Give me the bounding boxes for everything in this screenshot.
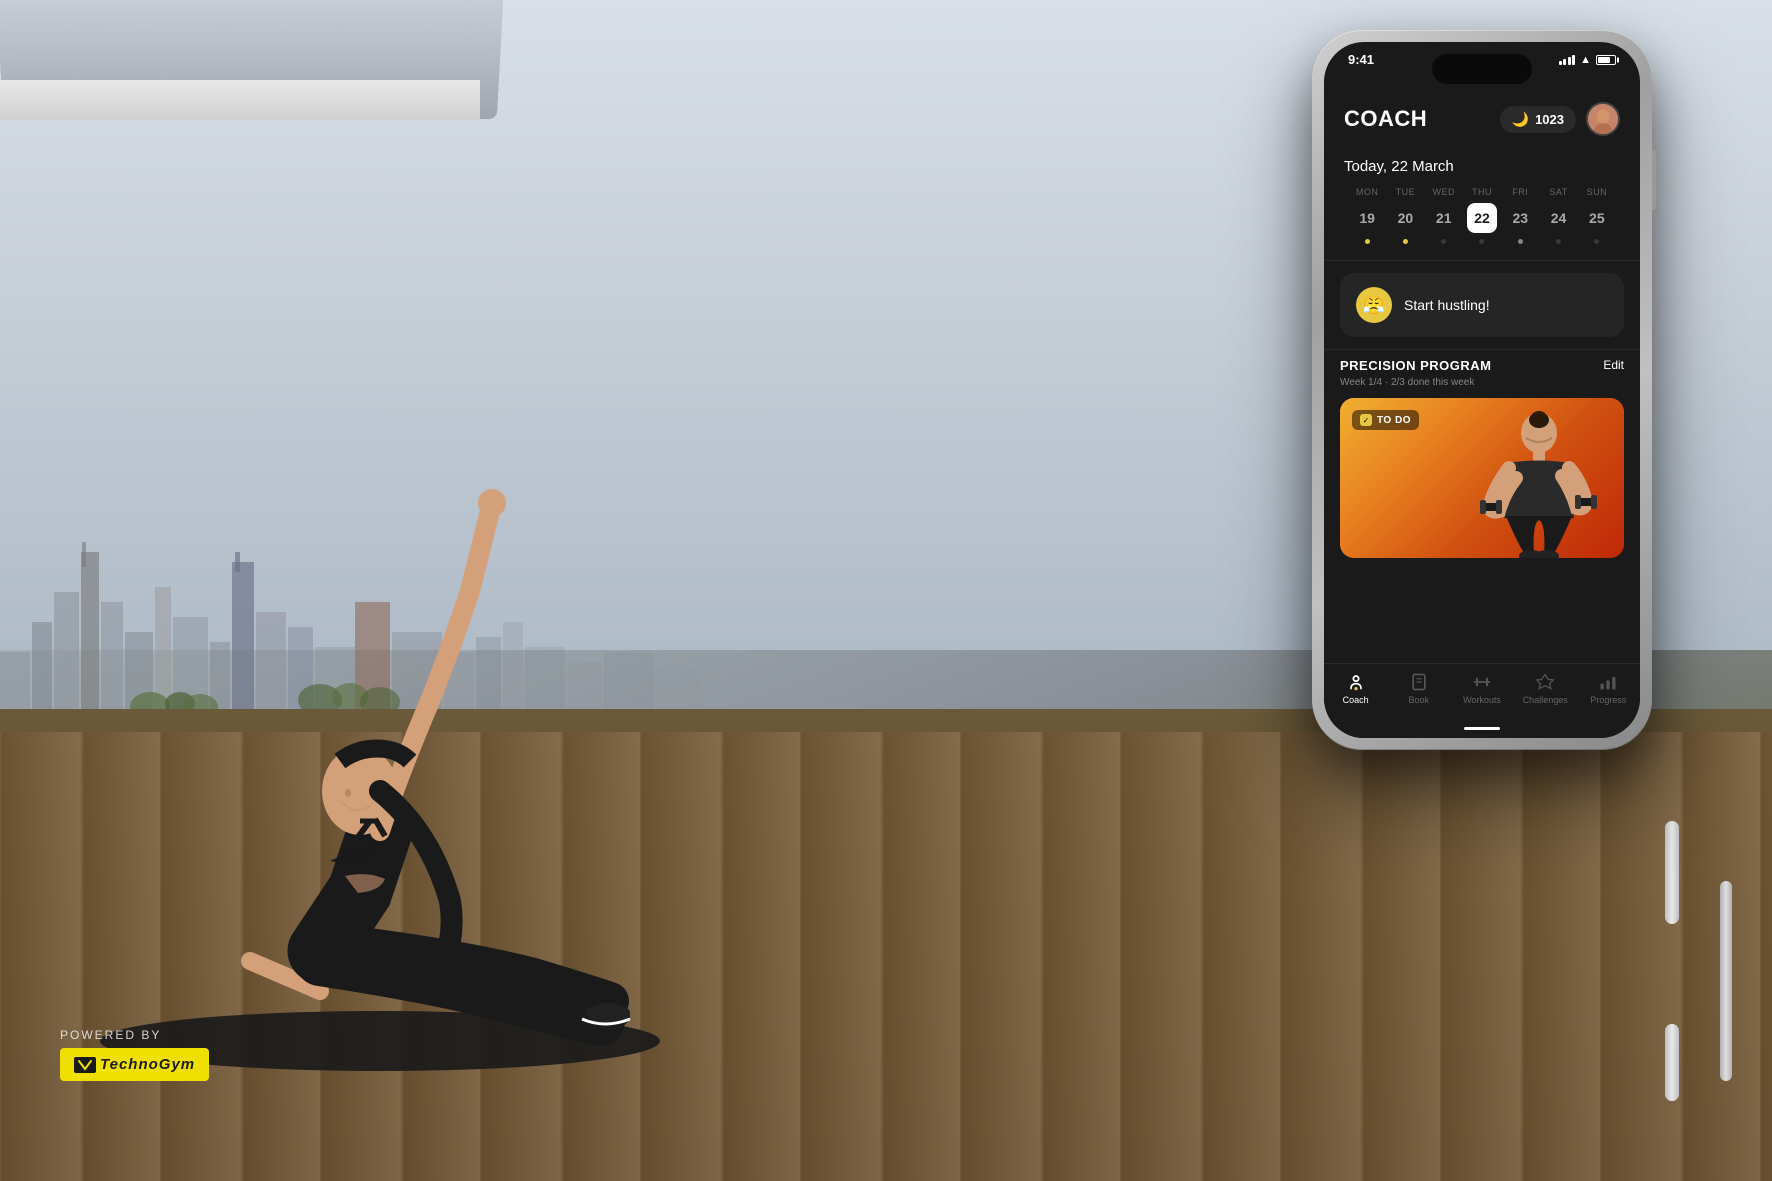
- woman-figure: [0, 281, 780, 1101]
- home-indicator: [1464, 727, 1500, 730]
- day-sun-dot: [1594, 239, 1599, 244]
- coach-nav-icon: [1346, 672, 1366, 692]
- technogym-text: TechnoGym: [100, 1056, 195, 1073]
- date-label: Today, 22 March: [1344, 158, 1620, 175]
- status-icons: ▲: [1559, 54, 1616, 66]
- wifi-icon: ▲: [1580, 54, 1591, 66]
- day-wed-num: 21: [1429, 203, 1459, 233]
- divider-2: [1324, 349, 1640, 350]
- nav-item-workouts[interactable]: Workouts: [1450, 672, 1513, 705]
- day-thu-name: THU: [1472, 187, 1492, 197]
- edit-link[interactable]: Edit: [1603, 358, 1624, 372]
- header-right: 🌙 1023: [1500, 102, 1620, 136]
- progress-nav-label: Progress: [1590, 695, 1626, 705]
- date-section: Today, 22 March MON 19 TUE 20: [1324, 146, 1640, 252]
- user-avatar[interactable]: [1586, 102, 1620, 136]
- day-sunday[interactable]: SUN 25: [1578, 187, 1616, 244]
- day-fri-name: FRI: [1512, 187, 1528, 197]
- pool-railing: [1652, 821, 1692, 1101]
- nav-item-challenges[interactable]: Challenges: [1514, 672, 1577, 705]
- day-sat-name: SAT: [1549, 187, 1567, 197]
- status-time: 9:41: [1348, 52, 1374, 67]
- day-mon-num: 19: [1352, 203, 1382, 233]
- app-title: COACH: [1344, 106, 1427, 132]
- workout-card[interactable]: ✓ TO DO: [1340, 398, 1624, 558]
- battery-icon: [1596, 55, 1616, 65]
- avatar-image: [1588, 104, 1618, 134]
- day-wednesday[interactable]: WED 21: [1425, 187, 1463, 244]
- nav-item-coach[interactable]: Coach: [1324, 672, 1387, 705]
- app-header: COACH 🌙 1023: [1324, 92, 1640, 146]
- day-mon-name: MON: [1356, 187, 1379, 197]
- day-thursday[interactable]: THU 22: [1463, 187, 1501, 244]
- day-tuesday[interactable]: TUE 20: [1386, 187, 1424, 244]
- powered-by-text: POWERED BY: [60, 1028, 209, 1042]
- program-section: PRECISION PROGRAM Edit Week 1/4 · 2/3 do…: [1340, 358, 1624, 558]
- day-sun-name: SUN: [1587, 187, 1608, 197]
- week-calendar: MON 19 TUE 20 WED 21: [1344, 187, 1620, 244]
- book-nav-icon: [1409, 672, 1429, 692]
- todo-badge: ✓ TO DO: [1352, 410, 1419, 430]
- day-fri-dot: [1518, 239, 1523, 244]
- program-subtitle: Week 1/4 · 2/3 done this week: [1340, 377, 1624, 388]
- points-value: 1023: [1535, 112, 1564, 127]
- day-tue-name: TUE: [1396, 187, 1416, 197]
- challenges-nav-label: Challenges: [1523, 695, 1568, 705]
- progress-nav-icon: [1598, 672, 1618, 692]
- program-title: PRECISION PROGRAM: [1340, 358, 1492, 373]
- signal-icon: [1559, 55, 1576, 65]
- day-thu-num: 22: [1467, 203, 1497, 233]
- day-tue-num: 20: [1390, 203, 1420, 233]
- message-banner[interactable]: 😤 Start hustling!: [1340, 273, 1624, 337]
- todo-check-icon: ✓: [1360, 414, 1372, 426]
- phone-screen: 9:41 ▲ COACH: [1324, 42, 1640, 738]
- phone-container: 9:41 ▲ COACH: [1312, 30, 1652, 750]
- coach-emoji-icon: 😤: [1356, 287, 1392, 323]
- day-monday[interactable]: MON 19: [1348, 187, 1386, 244]
- workouts-nav-label: Workouts: [1463, 695, 1501, 705]
- moon-icon: 🌙: [1512, 111, 1529, 128]
- day-sat-dot: [1556, 239, 1561, 244]
- app-content: COACH 🌙 1023: [1324, 92, 1640, 738]
- day-saturday[interactable]: SAT 24: [1539, 187, 1577, 244]
- program-header: PRECISION PROGRAM Edit: [1340, 358, 1624, 373]
- divider-1: [1324, 260, 1640, 261]
- book-nav-label: Book: [1409, 695, 1430, 705]
- nav-item-progress[interactable]: Progress: [1577, 672, 1640, 705]
- technogym-icon: [74, 1057, 96, 1073]
- day-tue-dot: [1403, 239, 1408, 244]
- phone-frame: 9:41 ▲ COACH: [1312, 30, 1652, 750]
- day-wed-dot: [1441, 239, 1446, 244]
- dynamic-island: [1432, 54, 1532, 84]
- day-sun-num: 25: [1582, 203, 1612, 233]
- challenges-nav-icon: [1535, 672, 1555, 692]
- todo-text: TO DO: [1377, 415, 1411, 426]
- workouts-nav-icon: [1472, 672, 1492, 692]
- day-friday[interactable]: FRI 23: [1501, 187, 1539, 244]
- powered-by-badge: POWERED BY TechnoGym: [60, 1028, 209, 1081]
- day-wed-name: WED: [1432, 187, 1455, 197]
- technogym-logo: TechnoGym: [60, 1048, 209, 1081]
- day-thu-dot: [1479, 239, 1484, 244]
- day-sat-num: 24: [1544, 203, 1574, 233]
- day-mon-dot: [1365, 239, 1370, 244]
- railing-post-2: [1720, 881, 1732, 1081]
- coach-nav-label: Coach: [1343, 695, 1369, 705]
- nav-item-book[interactable]: Book: [1387, 672, 1450, 705]
- ceiling-underside: [0, 80, 480, 120]
- message-text: Start hustling!: [1404, 297, 1490, 313]
- day-fri-num: 23: [1505, 203, 1535, 233]
- points-badge[interactable]: 🌙 1023: [1500, 106, 1576, 133]
- athlete-figure: [1474, 408, 1604, 558]
- bottom-nav: Coach Book: [1324, 663, 1640, 738]
